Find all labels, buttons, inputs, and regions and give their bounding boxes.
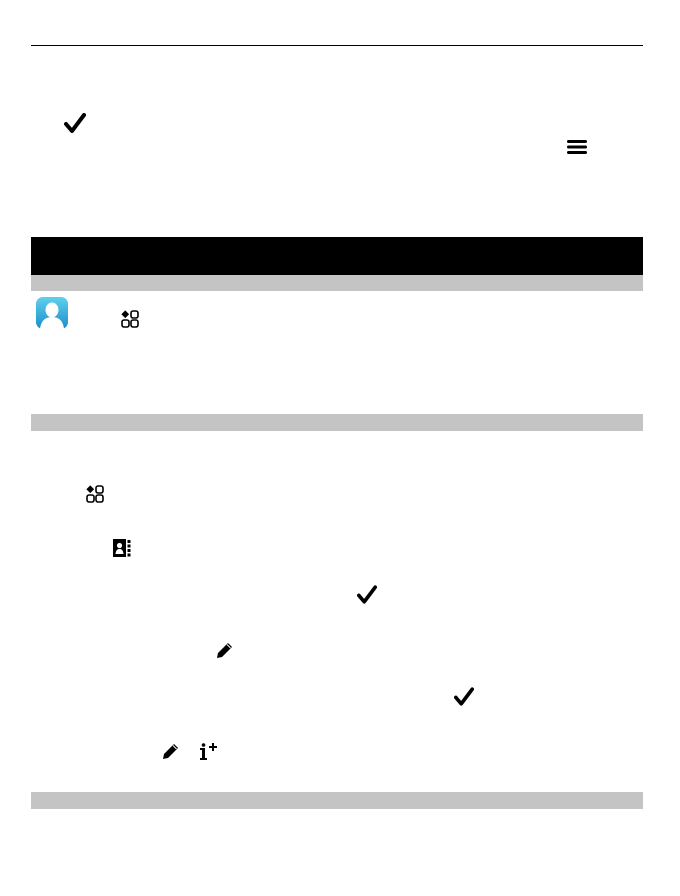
menu-icon (567, 139, 587, 155)
check-icon (64, 113, 86, 133)
section-bar (31, 414, 643, 431)
pencil-icon (161, 742, 180, 761)
check-icon (357, 585, 377, 604)
check-icon (454, 687, 474, 706)
header-rule (31, 45, 643, 46)
address-book-icon (112, 538, 132, 558)
section-bar (31, 275, 643, 291)
pencil-icon (215, 641, 234, 660)
chapter-banner (31, 237, 643, 275)
apps-grid-icon (86, 485, 104, 503)
apps-grid-icon (121, 310, 139, 328)
contacts-app-icon (35, 296, 69, 330)
section-bar (31, 792, 643, 809)
add-info-icon (199, 742, 219, 762)
